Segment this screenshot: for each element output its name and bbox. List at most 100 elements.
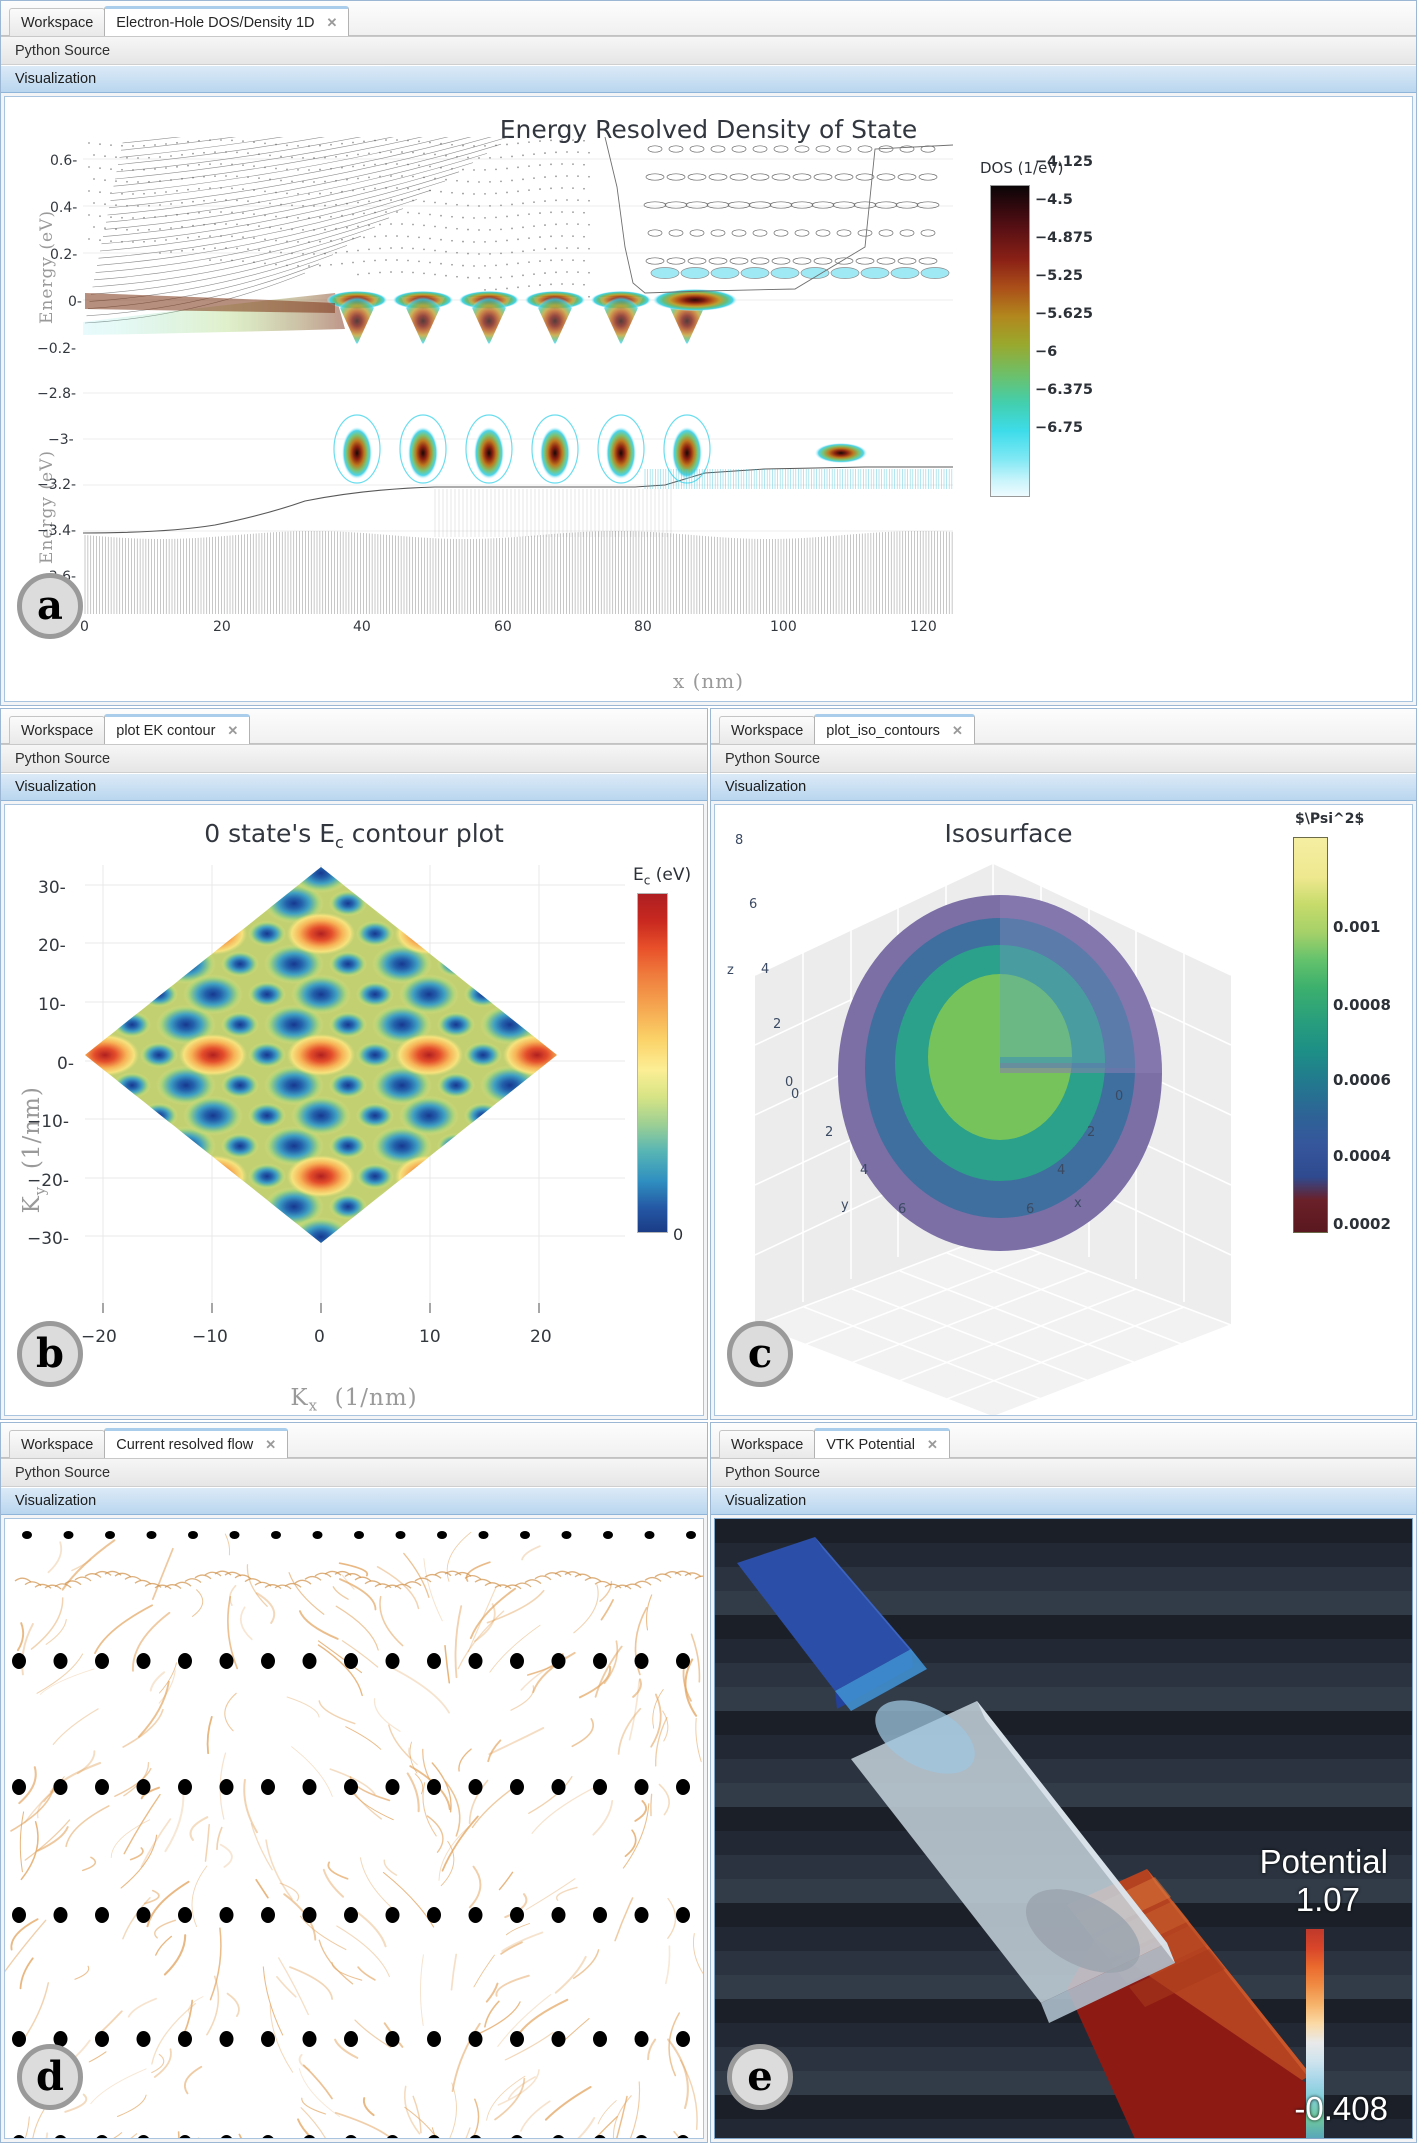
colorbar-tick-a: −6.375 xyxy=(1035,382,1093,398)
tab-electron-hole-dos-density-1d[interactable]: Electron-Hole DOS/Density 1D ✕ xyxy=(104,6,349,36)
tab-workspace-b[interactable]: Workspace xyxy=(9,716,105,744)
visualization-bar-d[interactable]: Visualization xyxy=(1,1487,707,1515)
colorbar-b xyxy=(637,893,668,1233)
tab-workspace-c[interactable]: Workspace xyxy=(719,716,815,744)
tab-label: VTK Potential xyxy=(826,1437,915,1453)
colorbar-tick-a: −6.75 xyxy=(1035,420,1083,436)
visualization-label: Visualization xyxy=(725,779,806,795)
colorbar-tick-c: 0.0008 xyxy=(1333,996,1391,1014)
visualization-bar-b[interactable]: Visualization xyxy=(1,773,707,801)
canvas-panel-b: 0 state's Ec contour plot Ky (1/nm) Kx (… xyxy=(4,804,704,1416)
application-window: Workspace Electron-Hole DOS/Density 1D ✕… xyxy=(0,0,1417,2143)
tab-label: Current resolved flow xyxy=(116,1437,253,1453)
tab-vtk-potential[interactable]: VTK Potential ✕ xyxy=(814,1428,950,1458)
x-tick-c: 0 xyxy=(1115,1089,1123,1104)
canvas-panel-d: d xyxy=(4,1518,704,2139)
tab-label: plot EK contour xyxy=(116,723,215,739)
tab-label: Workspace xyxy=(731,1437,803,1453)
tab-label: Workspace xyxy=(21,723,93,739)
python-source-label: Python Source xyxy=(15,751,110,767)
panel-badge-b: b xyxy=(17,1321,83,1387)
python-source-bar-a[interactable]: Python Source xyxy=(1,37,1416,65)
y-tick-c: 6 xyxy=(898,1202,906,1217)
colorbar-tick-a: −4.5 xyxy=(1035,192,1073,208)
close-icon[interactable]: ✕ xyxy=(927,1438,938,1451)
y-tick-c: 0 xyxy=(791,1087,799,1102)
visualization-bar-a[interactable]: Visualization xyxy=(1,65,1416,93)
panel-plot-ek-contour: Workspace plot EK contour ✕ Python Sourc… xyxy=(0,708,708,1420)
panel-badge-a: a xyxy=(17,573,83,639)
tab-workspace-a[interactable]: Workspace xyxy=(9,8,105,36)
python-source-bar-e[interactable]: Python Source xyxy=(711,1459,1416,1487)
colorbar-tick-c: 0.0004 xyxy=(1333,1147,1391,1165)
z-tick-c: 8 xyxy=(735,833,743,848)
tab-current-resolved-flow[interactable]: Current resolved flow ✕ xyxy=(104,1428,288,1458)
canvas-panel-a: Energy Resolved Density of State Energy … xyxy=(4,96,1413,702)
panel-badge-c: c xyxy=(727,1321,793,1387)
python-source-label: Python Source xyxy=(725,751,820,767)
colorbar-title-b: Ec (eV) xyxy=(633,865,691,887)
tabbar-panel-d: Workspace Current resolved flow ✕ xyxy=(1,1423,707,1459)
z-tick-c: 4 xyxy=(761,962,769,977)
tab-workspace-d[interactable]: Workspace xyxy=(9,1430,105,1458)
python-source-label: Python Source xyxy=(15,43,110,59)
potential-legend-title: Potential xyxy=(1260,1843,1388,1881)
colorbar-c xyxy=(1293,837,1328,1233)
tabbar-panel-c: Workspace plot_iso_contours ✕ xyxy=(711,709,1416,745)
colorbar-tick-a: −5.25 xyxy=(1035,268,1083,284)
colorbar-tick-c: 0.001 xyxy=(1333,918,1380,936)
canvas-panel-e: Potential 1.07 -0.408 e xyxy=(714,1518,1413,2139)
tab-label: Workspace xyxy=(21,15,93,31)
visualization-label: Visualization xyxy=(725,1493,806,1509)
plot-graphics-a xyxy=(5,97,1405,702)
colorbar-tick-a: −4.875 xyxy=(1035,230,1093,246)
colorbar-tick-a: −6 xyxy=(1035,344,1057,360)
visualization-bar-e[interactable]: Visualization xyxy=(711,1487,1416,1515)
x-tick-c: 4 xyxy=(1057,1163,1065,1178)
potential-legend-max: 1.07 xyxy=(1296,1881,1360,1919)
colorbar-tick-a: −5.625 xyxy=(1035,306,1093,322)
visualization-label: Visualization xyxy=(15,779,96,795)
vtk-render-view[interactable]: Potential 1.07 -0.408 xyxy=(715,1519,1412,2138)
close-icon[interactable]: ✕ xyxy=(952,724,963,737)
tabbar-panel-b: Workspace plot EK contour ✕ xyxy=(1,709,707,745)
panel-badge-d: d xyxy=(17,2044,83,2110)
python-source-bar-c[interactable]: Python Source xyxy=(711,745,1416,773)
panel-vtk-potential: Workspace VTK Potential ✕ Python Source … xyxy=(710,1422,1417,2143)
close-icon[interactable]: ✕ xyxy=(327,16,338,29)
tab-plot-iso-contours[interactable]: plot_iso_contours ✕ xyxy=(814,714,975,744)
panel-current-resolved-flow: Workspace Current resolved flow ✕ Python… xyxy=(0,1422,708,2143)
python-source-label: Python Source xyxy=(15,1465,110,1481)
x-tick-c: 6 xyxy=(1026,1202,1034,1217)
python-source-bar-b[interactable]: Python Source xyxy=(1,745,707,773)
streamline-plot-d xyxy=(5,1519,704,2139)
panel-badge-e: e xyxy=(727,2044,793,2110)
tab-plot-ek-contour[interactable]: plot EK contour ✕ xyxy=(104,714,250,744)
y-tick-c: y xyxy=(841,1198,849,1213)
close-icon[interactable]: ✕ xyxy=(227,724,238,737)
tab-label: Workspace xyxy=(731,723,803,739)
tab-workspace-e[interactable]: Workspace xyxy=(719,1430,815,1458)
tab-label: plot_iso_contours xyxy=(826,723,940,739)
colorbar-a xyxy=(990,185,1030,497)
colorbar-tick-c: 0.0002 xyxy=(1333,1215,1391,1233)
colorbar-tick-b: 0 xyxy=(673,1225,683,1244)
z-tick-c: 6 xyxy=(749,897,757,912)
tab-label: Workspace xyxy=(21,1437,93,1453)
z-tick-c: 2 xyxy=(773,1017,781,1032)
visualization-bar-c[interactable]: Visualization xyxy=(711,773,1416,801)
tabbar-panel-e: Workspace VTK Potential ✕ xyxy=(711,1423,1416,1459)
python-source-bar-d[interactable]: Python Source xyxy=(1,1459,707,1487)
panel-electron-hole-dos: Workspace Electron-Hole DOS/Density 1D ✕… xyxy=(0,0,1417,706)
potential-legend-min: -0.408 xyxy=(1294,2090,1388,2128)
x-axis-label-c: x xyxy=(1074,1196,1082,1211)
close-icon[interactable]: ✕ xyxy=(265,1438,276,1451)
plot-graphics-b xyxy=(5,805,704,1416)
python-source-label: Python Source xyxy=(725,1465,820,1481)
visualization-label: Visualization xyxy=(15,71,96,87)
z-axis-label-c: z xyxy=(727,963,734,978)
visualization-label: Visualization xyxy=(15,1493,96,1509)
y-tick-c: 2 xyxy=(825,1125,833,1140)
canvas-panel-c: Isosurface 8 6 4 2 0 z 0 2 4 6 y 0 2 4 6… xyxy=(714,804,1413,1416)
y-tick-c: 4 xyxy=(860,1163,868,1178)
